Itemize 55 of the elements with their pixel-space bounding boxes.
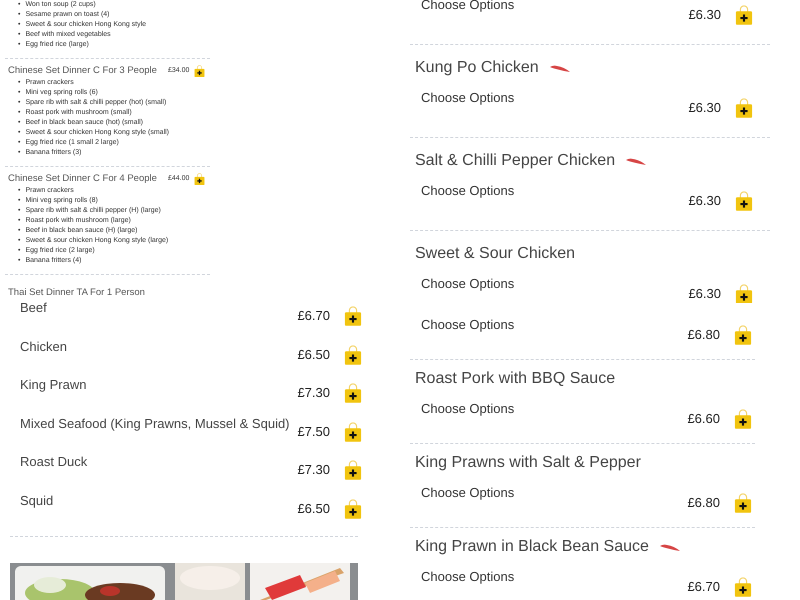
- chilli-icon: [658, 542, 681, 552]
- choose-options-link[interactable]: Choose Options: [421, 569, 514, 585]
- add-to-basket-icon[interactable]: [734, 325, 752, 346]
- price: £6.30: [688, 193, 721, 210]
- add-to-basket-icon[interactable]: [344, 460, 362, 481]
- add-to-basket-icon[interactable]: [734, 577, 752, 598]
- add-to-basket-icon[interactable]: [344, 306, 362, 327]
- add-to-basket-icon[interactable]: [735, 5, 753, 26]
- choose-options-link[interactable]: Choose Options: [421, 90, 514, 106]
- dish-title: Sweet & Sour Chicken: [415, 244, 576, 264]
- option-name: King Prawn: [20, 377, 86, 393]
- add-to-basket-icon[interactable]: [344, 344, 362, 366]
- price: £6.30: [688, 100, 721, 116]
- add-to-basket-icon[interactable]: [734, 409, 752, 430]
- choose-options-link[interactable]: Choose Options: [421, 401, 514, 417]
- price: £7.30: [297, 385, 330, 402]
- add-to-basket-icon[interactable]: [344, 422, 362, 442]
- add-to-basket-icon[interactable]: [734, 493, 752, 514]
- price: £6.50: [297, 346, 330, 363]
- set-title: Thai Set Dinner TA For 1 Person: [8, 287, 145, 298]
- price: £6.70: [297, 308, 330, 324]
- price: £7.50: [297, 424, 330, 440]
- add-to-basket-icon[interactable]: [735, 98, 753, 119]
- add-to-basket-icon[interactable]: [194, 172, 205, 186]
- option-name: Squid: [20, 492, 54, 508]
- price: £7.30: [297, 462, 330, 478]
- dish-title: Salt & Chilli Pepper Chicken: [415, 151, 616, 171]
- price: £6.30: [688, 286, 721, 302]
- dish-title: King Prawn in Black Bean Sauce: [415, 537, 649, 557]
- choose-options-link[interactable]: Choose Options: [421, 485, 514, 501]
- add-to-basket-icon[interactable]: [735, 284, 753, 303]
- choose-options-link[interactable]: Choose Options: [421, 317, 514, 333]
- chilli-icon: [548, 64, 571, 72]
- price: £6.50: [297, 500, 330, 517]
- dish-title: King Prawns with Salt & Pepper: [415, 453, 641, 473]
- dish-title: Roast Pork with BBQ Sauce: [415, 369, 616, 389]
- add-to-basket-icon[interactable]: [344, 498, 362, 520]
- price: £6.80: [687, 327, 720, 344]
- add-to-basket-icon[interactable]: [194, 64, 205, 78]
- choose-options-link[interactable]: Choose Options: [421, 183, 514, 199]
- set-title: Chinese Set Dinner C For 3 People: [8, 64, 158, 78]
- price: £6.60: [687, 411, 720, 428]
- dish-title: Kung Po Chicken: [415, 58, 539, 78]
- price: £6.70: [687, 579, 720, 596]
- option-name: Mixed Seafood (King Prawns, Mussel & Squid): [20, 416, 290, 432]
- option-name: Roast Duck: [20, 454, 88, 470]
- price: £6.80: [687, 495, 720, 512]
- option-name: Beef: [20, 300, 47, 316]
- add-to-basket-icon[interactable]: [735, 191, 753, 212]
- chilli-icon: [625, 156, 648, 166]
- set-title: Chinese Set Dinner C For 4 People: [8, 172, 158, 186]
- price: £6.30: [688, 7, 721, 24]
- option-name: Chicken: [20, 338, 67, 354]
- choose-options-link[interactable]: Choose Options: [421, 276, 514, 292]
- add-to-basket-icon[interactable]: [344, 383, 362, 404]
